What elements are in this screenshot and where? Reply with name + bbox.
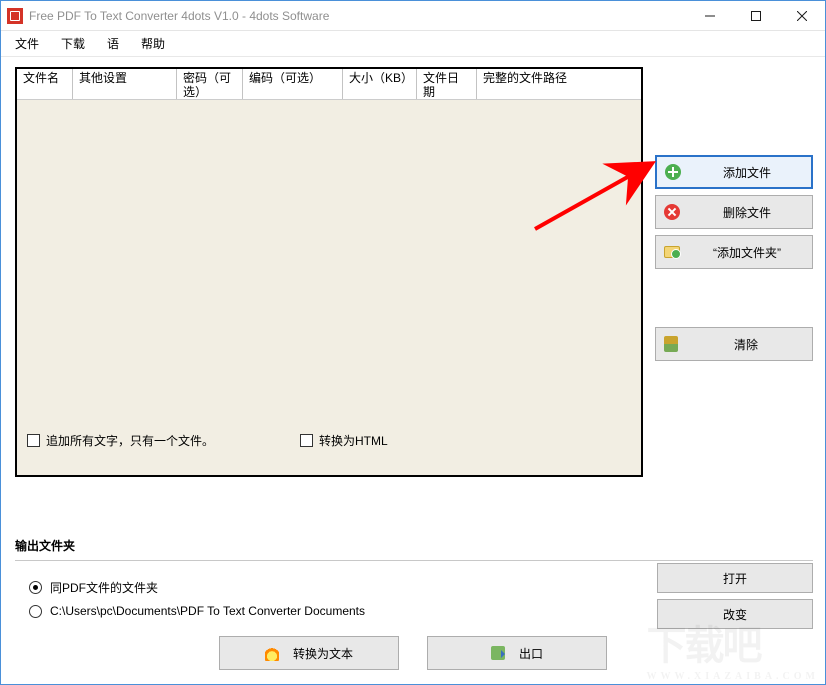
output-folder-group: 输出文件夹 同PDF文件的文件夹 C:\Users\pc\Documents\P…: [15, 537, 813, 642]
convert-label: 转换为文本: [293, 645, 353, 662]
delete-icon: [664, 204, 680, 220]
radio-custom-path-label: C:\Users\pc\Documents\PDF To Text Conver…: [50, 604, 365, 618]
checkbox-append-all[interactable]: 追加所有文字，只有一个文件。: [27, 432, 214, 449]
file-list-panel: 文件名 其他设置 密码（可选） 编码（可选） 大小（KB） 文件日期 完整的文件…: [15, 67, 643, 477]
col-encoding[interactable]: 编码（可选）: [243, 69, 343, 99]
radio-icon: [29, 581, 42, 594]
col-file-date[interactable]: 文件日期: [417, 69, 477, 99]
bottom-bar: 转换为文本 出口: [1, 636, 825, 670]
file-list-header: 文件名 其他设置 密码（可选） 编码（可选） 大小（KB） 文件日期 完整的文件…: [17, 69, 641, 100]
folder-add-icon: [664, 246, 680, 258]
output-buttons: 打开 改变: [657, 563, 813, 629]
add-icon: [665, 164, 681, 180]
radio-icon: [29, 605, 42, 618]
menu-file[interactable]: 文件: [15, 35, 39, 52]
broom-icon: [664, 336, 678, 352]
checkbox-append-label: 追加所有文字，只有一个文件。: [46, 432, 214, 449]
close-icon: [797, 11, 807, 21]
col-filename[interactable]: 文件名: [17, 69, 73, 99]
col-full-path[interactable]: 完整的文件路径: [477, 69, 641, 99]
add-file-label: 添加文件: [691, 164, 803, 181]
delete-file-label: 删除文件: [690, 204, 804, 221]
col-other-settings[interactable]: 其他设置: [73, 69, 177, 99]
menu-help[interactable]: 帮助: [141, 35, 165, 52]
exit-icon: [491, 646, 505, 660]
add-folder-button[interactable]: “添加文件夹”: [655, 235, 813, 269]
clear-button[interactable]: 清除: [655, 327, 813, 361]
convert-button[interactable]: 转换为文本: [219, 636, 399, 670]
exit-label: 出口: [519, 645, 543, 662]
exit-button[interactable]: 出口: [427, 636, 607, 670]
delete-file-button[interactable]: 删除文件: [655, 195, 813, 229]
open-button[interactable]: 打开: [657, 563, 813, 593]
minimize-button[interactable]: [687, 1, 733, 31]
change-label: 改变: [723, 606, 747, 623]
menu-language[interactable]: 语: [107, 35, 119, 52]
checkbox-convert-html[interactable]: 转换为HTML: [300, 432, 388, 449]
list-options: 追加所有文字，只有一个文件。 转换为HTML: [27, 432, 631, 449]
app-window: Free PDF To Text Converter 4dots V1.0 - …: [0, 0, 826, 685]
watermark-sub: WWW.XIAZAIBA.COM: [646, 671, 819, 682]
clear-label: 清除: [688, 336, 804, 353]
menubar: 文件 下载 语 帮助: [1, 31, 825, 57]
minimize-icon: [705, 11, 715, 21]
close-button[interactable]: [779, 1, 825, 31]
add-file-button[interactable]: 添加文件: [655, 155, 813, 189]
checkbox-icon: [27, 434, 40, 447]
menu-download[interactable]: 下载: [61, 35, 85, 52]
output-group-body: 同PDF文件的文件夹 C:\Users\pc\Documents\PDF To …: [15, 560, 813, 642]
file-list-body[interactable]: 追加所有文字，只有一个文件。 转换为HTML: [17, 100, 641, 475]
radio-same-folder-label: 同PDF文件的文件夹: [50, 579, 158, 596]
content-area: 文件名 其他设置 密码（可选） 编码（可选） 大小（KB） 文件日期 完整的文件…: [1, 57, 825, 684]
app-icon: [7, 8, 23, 24]
titlebar: Free PDF To Text Converter 4dots V1.0 - …: [1, 1, 825, 31]
window-title: Free PDF To Text Converter 4dots V1.0 - …: [29, 9, 329, 23]
open-label: 打开: [723, 570, 747, 587]
add-folder-label: “添加文件夹”: [690, 244, 804, 261]
col-size[interactable]: 大小（KB）: [343, 69, 417, 99]
col-password[interactable]: 密码（可选）: [177, 69, 243, 99]
output-group-title: 输出文件夹: [15, 537, 813, 554]
checkbox-html-label: 转换为HTML: [319, 432, 388, 449]
maximize-button[interactable]: [733, 1, 779, 31]
side-panel: 添加文件 删除文件 “添加文件夹” 清除: [655, 155, 813, 361]
fire-icon: [265, 645, 279, 661]
maximize-icon: [751, 11, 761, 21]
checkbox-icon: [300, 434, 313, 447]
change-button[interactable]: 改变: [657, 599, 813, 629]
